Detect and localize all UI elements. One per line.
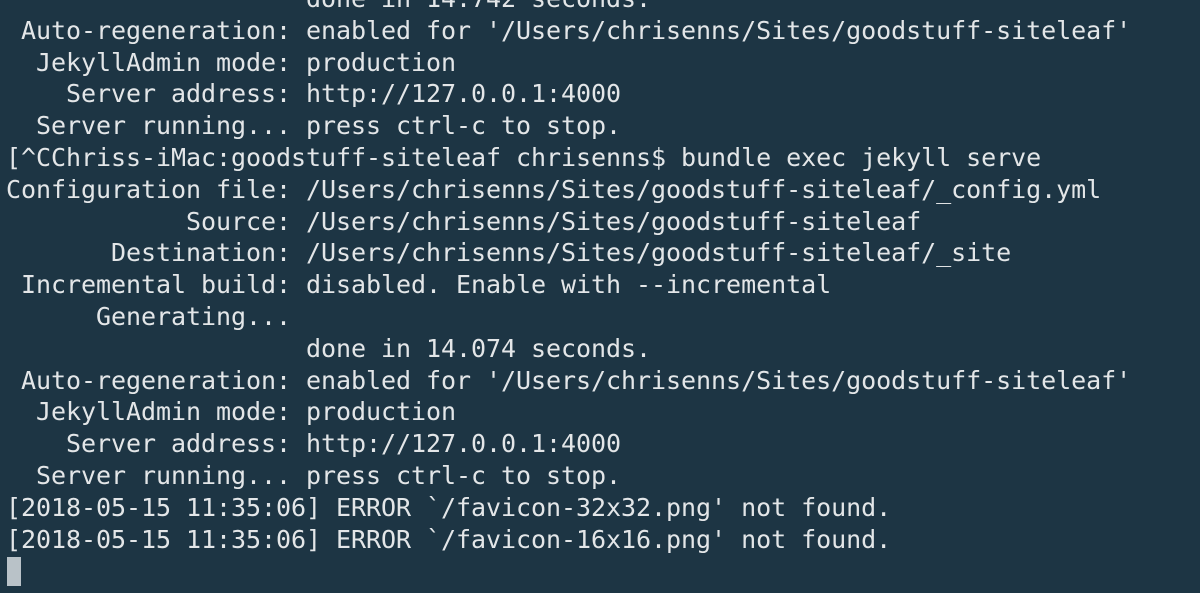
terminal-line: Auto-regeneration: enabled for '/Users/c… — [6, 15, 1132, 45]
terminal-line: Generating... — [6, 301, 292, 331]
terminal-line-error: [2018-05-15 11:35:06] ERROR `/favicon-32… — [6, 492, 892, 522]
terminal-output: done in 14.742 seconds. Auto-regeneratio… — [6, 0, 1131, 555]
terminal-line: Configuration file: /Users/chrisenns/Sit… — [6, 174, 1102, 204]
terminal-line-command: [^CChriss-iMac:goodstuff-siteleaf chrise… — [6, 142, 1042, 172]
terminal-line: done in 14.742 seconds. — [6, 0, 1131, 15]
terminal-line: JekyllAdmin mode: production — [6, 397, 457, 427]
terminal-line: Incremental build: disabled. Enable with… — [6, 270, 832, 300]
terminal-cursor[interactable] — [7, 557, 21, 586]
terminal-line: Source: /Users/chrisenns/Sites/goodstuff… — [6, 206, 922, 236]
terminal-line: Destination: /Users/chrisenns/Sites/good… — [6, 238, 1012, 268]
terminal-window[interactable]: done in 14.742 seconds. Auto-regeneratio… — [0, 0, 1200, 593]
terminal-line: Server running... press ctrl-c to stop. — [6, 460, 622, 490]
terminal-line: JekyllAdmin mode: production — [6, 47, 457, 77]
terminal-line: Server address: http://127.0.0.1:4000 — [6, 429, 622, 459]
terminal-line-error: [2018-05-15 11:35:06] ERROR `/favicon-16… — [6, 524, 892, 554]
terminal-line: Server running... press ctrl-c to stop. — [6, 111, 622, 141]
terminal-line: Auto-regeneration: enabled for '/Users/c… — [6, 365, 1132, 395]
terminal-line: Server address: http://127.0.0.1:4000 — [6, 79, 622, 109]
terminal-line: done in 14.074 seconds. — [6, 333, 652, 363]
